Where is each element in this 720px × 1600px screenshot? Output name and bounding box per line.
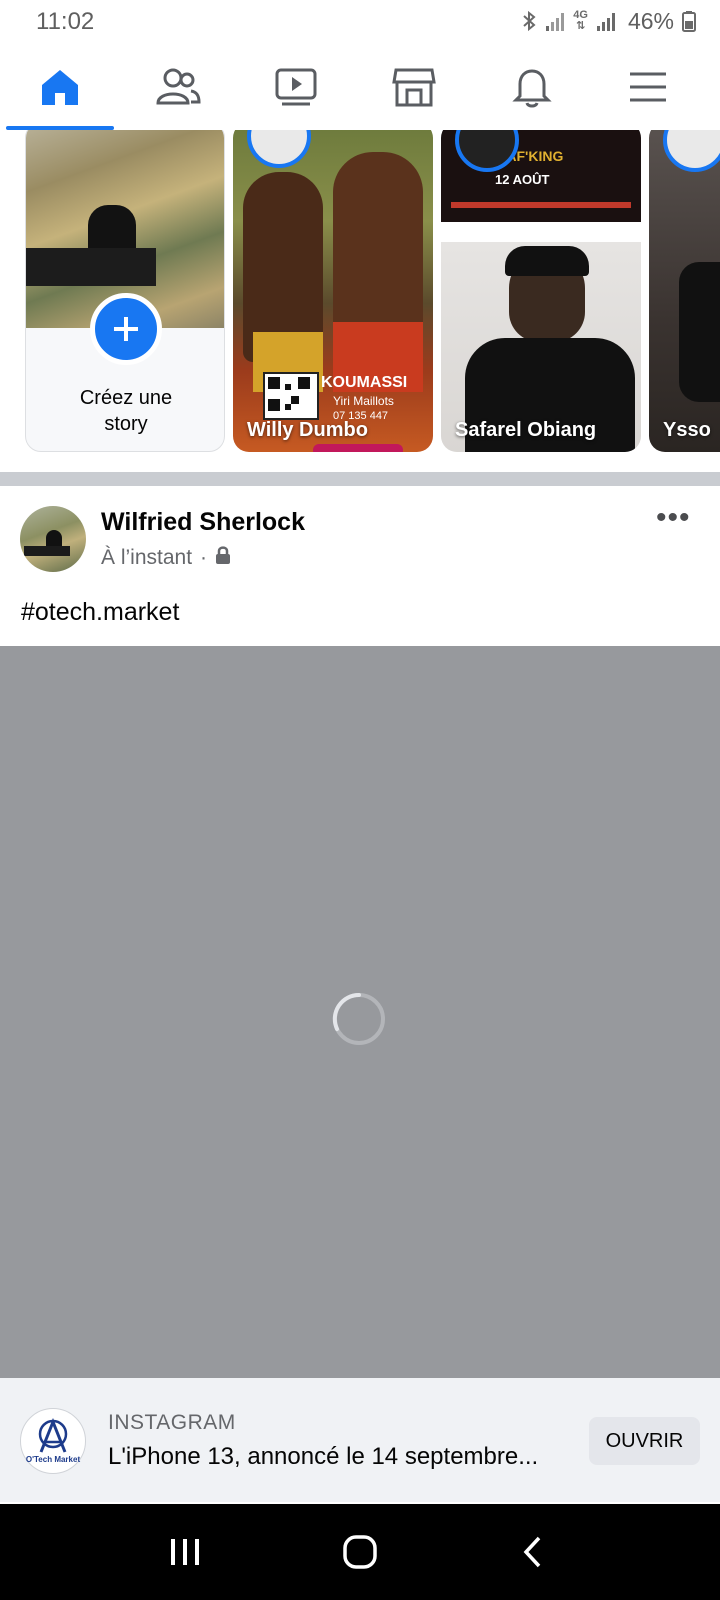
loading-spinner-icon <box>332 992 385 1045</box>
section-divider <box>0 472 720 486</box>
story-name: Ysso <box>663 419 711 441</box>
lock-icon <box>215 545 231 571</box>
nav-watch[interactable] <box>236 44 356 130</box>
watch-icon <box>275 68 317 106</box>
marketplace-icon <box>392 68 436 107</box>
open-button[interactable]: OUVRIR <box>589 1417 700 1465</box>
more-options-icon[interactable]: ••• <box>656 503 691 533</box>
home-button-icon <box>343 1535 377 1569</box>
link-logo: O'Tech Market <box>20 1408 86 1474</box>
avatar-bench <box>24 546 70 556</box>
home-icon <box>42 70 78 105</box>
nav-friends[interactable] <box>118 44 238 130</box>
signal-icon-2 <box>596 10 616 32</box>
story-thumbnail: KOUMASSI Yiri Maillots 07 135 447 Willy … <box>233 130 433 452</box>
status-time: 11:02 <box>36 8 95 35</box>
create-story-card[interactable]: Créez une story <box>25 130 225 452</box>
story-thumbnail: SAF'KING 12 AOÛT Safarel Obiang <box>441 130 641 452</box>
back-button[interactable] <box>503 1528 563 1576</box>
story-cap <box>505 246 589 276</box>
story-thumbnail: Ysso <box>649 130 720 452</box>
nav-menu[interactable] <box>588 44 708 130</box>
battery-icon <box>682 10 696 32</box>
friends-icon <box>156 68 201 105</box>
story-card[interactable]: KOUMASSI Yiri Maillots 07 135 447 Willy … <box>233 130 433 472</box>
signal-icon <box>545 10 565 32</box>
poster-logos <box>441 222 641 243</box>
poster-band <box>451 202 631 208</box>
status-bar: 11:02 4G ⇅ 46% <box>0 0 720 44</box>
plus-icon <box>114 317 138 341</box>
nav-notifications[interactable] <box>472 44 592 130</box>
story-overlay-title: KOUMASSI <box>321 374 408 391</box>
story-person <box>679 262 720 402</box>
post-text: #otech.market <box>21 598 180 626</box>
battery-percent: 46% <box>627 7 674 34</box>
status-icons: 4G ⇅ 46% <box>521 6 696 36</box>
post-author-name[interactable]: Wilfried Sherlock <box>101 508 305 537</box>
recents-icon <box>171 1539 199 1565</box>
notifications-icon <box>512 69 552 108</box>
home-button[interactable] <box>330 1528 390 1576</box>
story-card[interactable]: Ysso <box>649 130 720 472</box>
network-label: 4G <box>573 9 588 21</box>
story-name: Safarel Obiang <box>455 419 597 441</box>
nav-marketplace[interactable] <box>354 44 474 130</box>
post-author-avatar[interactable] <box>20 506 86 572</box>
story-decoration <box>313 444 403 452</box>
story-card[interactable]: SAF'KING 12 AOÛT Safarel Obiang <box>441 130 641 472</box>
photo-bench <box>26 248 156 286</box>
recents-button[interactable] <box>155 1528 215 1576</box>
network-type: 4G ⇅ <box>573 9 588 32</box>
post-meta: À l’instant · <box>101 545 231 571</box>
story-name: Willy Dumbo <box>247 419 368 441</box>
otech-logo-icon <box>38 1418 68 1453</box>
create-story-label: Créez une story <box>79 387 173 435</box>
menu-icon <box>630 72 666 102</box>
top-nav <box>0 44 720 131</box>
nav-home[interactable] <box>0 44 120 130</box>
back-icon <box>523 1536 541 1568</box>
link-source: INSTAGRAM <box>108 1411 236 1434</box>
story-overlay-sub: Yiri Maillots <box>333 394 394 408</box>
meta-separator: · <box>200 546 208 569</box>
bluetooth-icon <box>521 9 537 33</box>
poster-date: 12 AOÛT <box>495 172 550 187</box>
qr-code-icon <box>263 372 319 420</box>
link-title[interactable]: L'iPhone 13, annoncé le 14 septembre... <box>108 1443 570 1471</box>
add-story-button[interactable] <box>90 293 162 365</box>
post-time: À l’instant <box>101 546 193 569</box>
stories-tray: Créez une story KOUMASSI Yiri Maillots 0… <box>0 130 720 472</box>
link-logo-text: O'Tech Market <box>25 1455 81 1464</box>
